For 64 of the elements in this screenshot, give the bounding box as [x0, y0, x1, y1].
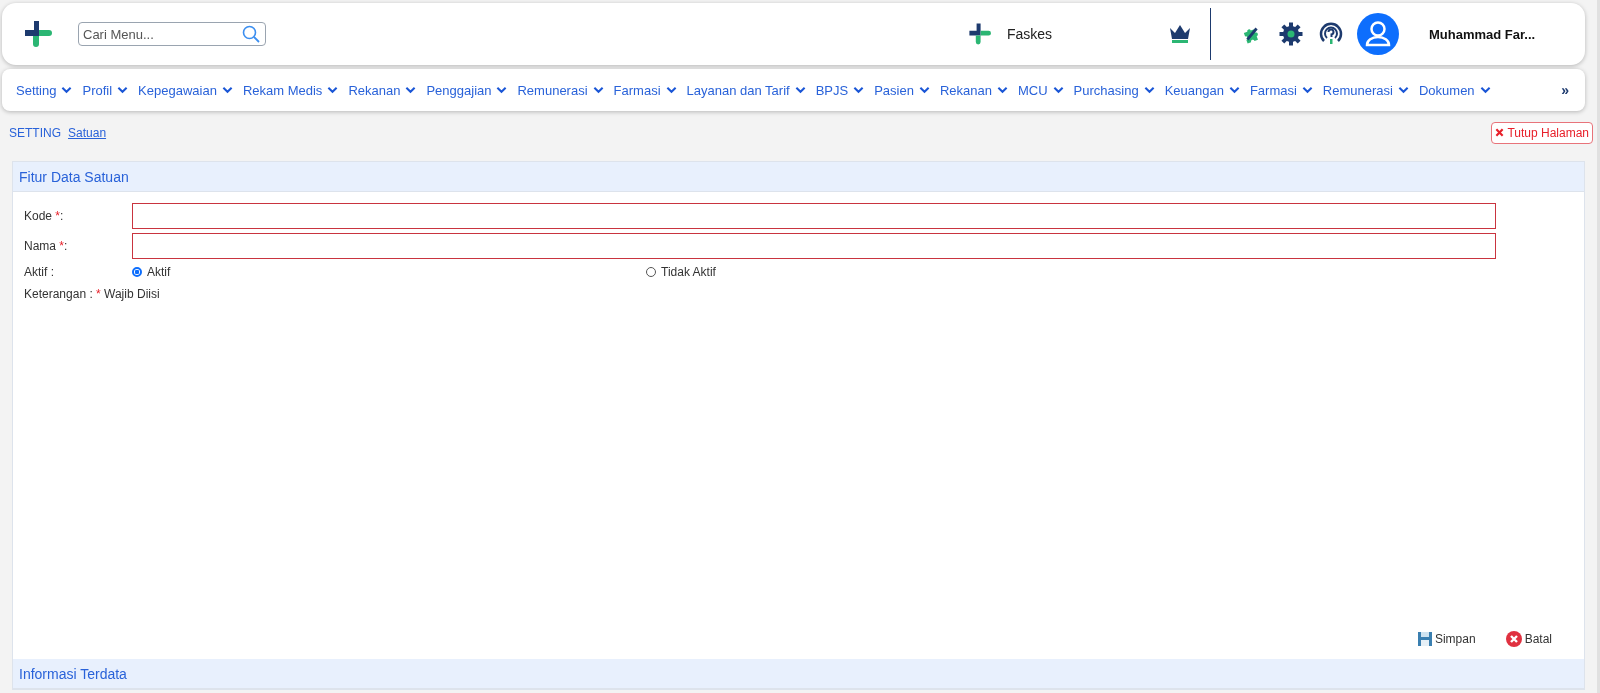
- breadcrumb-current[interactable]: Satuan: [68, 126, 107, 140]
- facility-logo-icon: [966, 22, 991, 46]
- user-name[interactable]: Muhammad Far...: [1429, 26, 1569, 42]
- menu-item[interactable]: Purchasing: [1073, 82, 1155, 98]
- chevron-down-icon: [665, 86, 677, 94]
- menu-item[interactable]: Profil: [82, 82, 129, 98]
- chevron-down-icon: [1479, 86, 1491, 94]
- radio-option[interactable]: Aktif: [132, 265, 646, 279]
- menu-item[interactable]: BPJS: [815, 82, 865, 98]
- menu-item[interactable]: Rekam Medis: [242, 82, 339, 98]
- breadcrumb-item[interactable]: SETTING: [9, 126, 61, 140]
- radio-option[interactable]: Tidak Aktif: [646, 265, 1160, 279]
- settings-icon[interactable]: [1279, 22, 1303, 46]
- chevron-down-icon: [61, 86, 73, 94]
- menu-item[interactable]: Kepegawaian: [138, 82, 233, 98]
- help-icon[interactable]: [1319, 22, 1343, 46]
- facility-name: Faskes: [1006, 26, 1052, 42]
- cancel-button[interactable]: Batal: [1505, 631, 1552, 647]
- panel-title: Informasi Terdata: [13, 659, 1584, 689]
- search-icon[interactable]: [242, 25, 260, 43]
- menu-item[interactable]: Remunerasi: [1322, 82, 1409, 98]
- menu-item[interactable]: MCU: [1017, 82, 1064, 98]
- chevron-down-icon: [405, 86, 417, 94]
- chevron-down-icon: [918, 86, 930, 94]
- menu-item[interactable]: Layanan dan Tarif: [686, 82, 806, 98]
- menu-item[interactable]: Remunerasi: [517, 82, 604, 98]
- more-menu-button[interactable]: »: [1561, 82, 1569, 98]
- chevron-down-icon: [794, 86, 806, 94]
- menu-item[interactable]: Penggajian: [426, 82, 508, 98]
- field-label: Aktif :: [24, 265, 55, 279]
- chevron-down-icon: [221, 86, 233, 94]
- menu-item[interactable]: Pasien: [874, 82, 930, 98]
- menu-item[interactable]: Setting: [16, 82, 73, 98]
- menu-item[interactable]: Dokumen: [1418, 82, 1491, 98]
- avatar-icon[interactable]: [1357, 13, 1399, 55]
- chevron-down-icon: [496, 86, 508, 94]
- search-field[interactable]: Cari Menu...: [78, 22, 266, 46]
- menu-item[interactable]: Farmasi: [613, 82, 677, 98]
- chevron-down-icon: [1143, 86, 1155, 94]
- close-page-button[interactable]: Tutup Halaman: [1491, 122, 1593, 144]
- chevron-down-icon: [1228, 86, 1240, 94]
- field-label: Nama *:: [24, 239, 69, 253]
- menu-item[interactable]: Farmasi: [1249, 82, 1313, 98]
- chevron-down-icon: [1052, 86, 1064, 94]
- field-label: Kode *:: [24, 209, 65, 223]
- required-note: Keterangan : * Wajib Diisi: [24, 287, 161, 301]
- close-icon: [1495, 128, 1505, 137]
- menu-item[interactable]: Rekanan: [939, 82, 1008, 98]
- input-field[interactable]: [132, 233, 1496, 259]
- input-field[interactable]: [132, 203, 1496, 229]
- logo-icon: [22, 19, 52, 49]
- chevron-down-icon: [853, 86, 865, 94]
- chevron-down-icon: [996, 86, 1008, 94]
- x-circle-icon: [1505, 631, 1522, 647]
- chevron-down-icon: [1301, 86, 1313, 94]
- crown-icon[interactable]: [1168, 24, 1192, 44]
- menu-item[interactable]: Rekanan: [348, 82, 417, 98]
- chevron-down-icon: [1397, 86, 1409, 94]
- menu-item[interactable]: Keuangan: [1164, 82, 1240, 98]
- chevron-down-icon: [117, 86, 129, 94]
- chevron-down-icon: [592, 86, 604, 94]
- panel-title: Fitur Data Satuan: [13, 162, 1584, 192]
- save-button[interactable]: Simpan: [1417, 631, 1476, 647]
- chevron-down-icon: [327, 86, 339, 94]
